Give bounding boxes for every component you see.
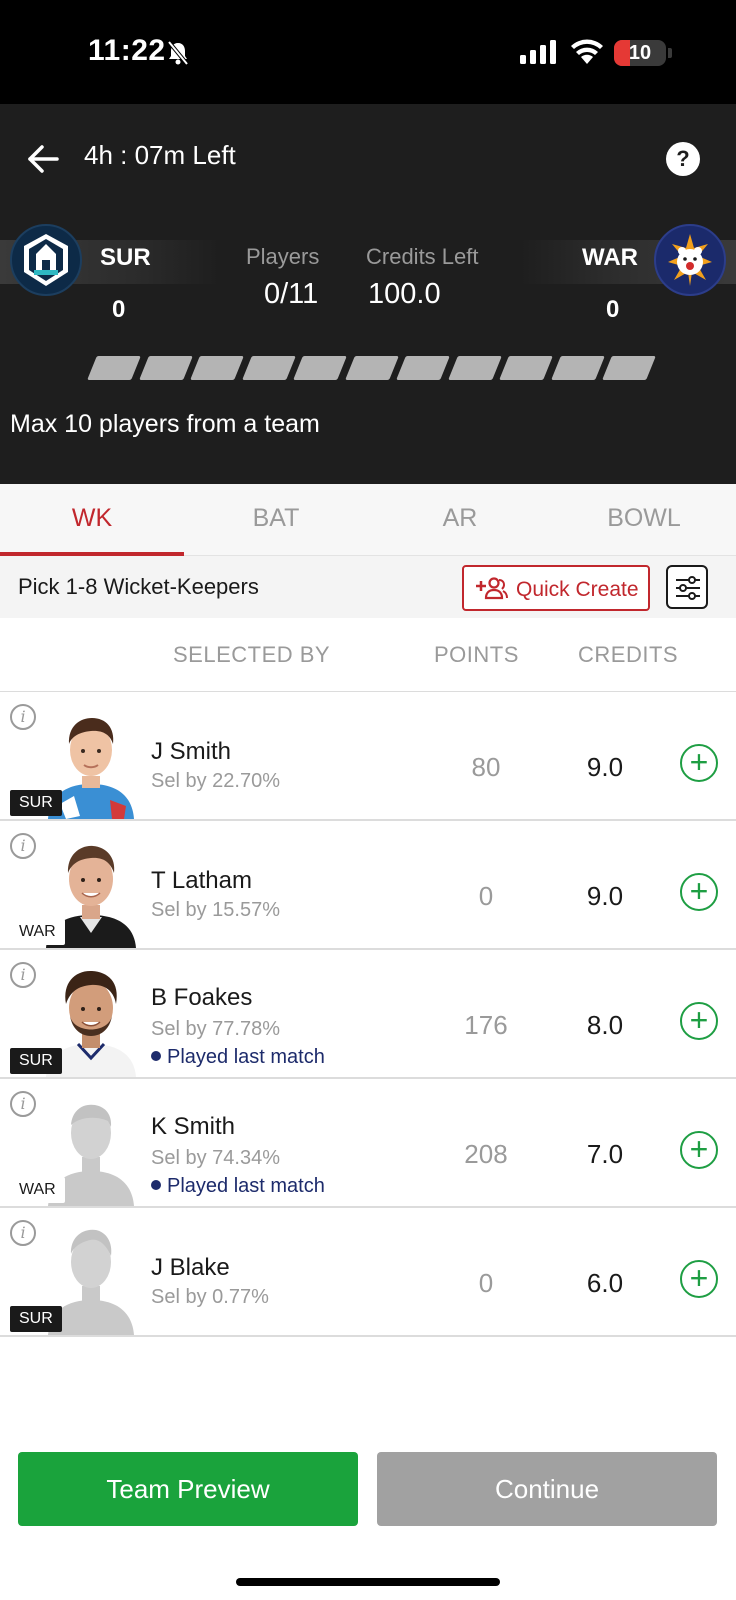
player-slot: [447, 356, 502, 380]
player-slot: [550, 356, 605, 380]
help-icon[interactable]: ?: [666, 142, 700, 176]
filter-settings-button[interactable]: [666, 565, 708, 609]
battery-level-text: 10: [628, 42, 652, 64]
info-icon[interactable]: i: [10, 1091, 36, 1117]
back-arrow-icon[interactable]: [26, 142, 60, 176]
player-name: B Foakes: [151, 984, 253, 1011]
credits-left-label: Credits Left: [366, 244, 479, 269]
player-name: J Smith: [151, 738, 232, 765]
players-label: Players: [246, 244, 320, 269]
selected-by: Sel by 0.77%: [151, 1286, 269, 1308]
bell-slash-icon: [166, 40, 190, 71]
played-last-match-label: Played last match: [167, 1046, 325, 1068]
info-icon[interactable]: i: [10, 962, 36, 988]
team-right-code: WAR: [582, 244, 638, 271]
pick-instruction: Pick 1-8 Wicket-Keepers: [18, 574, 259, 599]
player-points: 208: [464, 1139, 508, 1169]
player-points: 0: [478, 881, 494, 911]
col-selected-by[interactable]: SELECTED BY: [173, 642, 330, 668]
player-row[interactable]: i SUR J Smith Sel by 22.70% 80 9.0 +: [0, 692, 736, 821]
player-row[interactable]: i WAR K Smith Sel by 74.34% Played last …: [0, 1079, 736, 1208]
filter-bar: Pick 1-8 Wicket-Keepers Quick Create: [0, 556, 736, 618]
tab-bat[interactable]: BAT: [184, 484, 368, 556]
player-slot: [190, 356, 244, 380]
player-credits: 9.0: [586, 752, 624, 782]
cellular-signal-icon: [520, 40, 558, 69]
player-credits: 6.0: [586, 1268, 624, 1298]
tab-wk[interactable]: WK: [0, 484, 184, 556]
player-slot: [87, 356, 141, 380]
match-header: 4h : 07m Left ? SUR 0 WAR 0 Players 0/11…: [0, 104, 736, 484]
time-left: 4h : 07m Left: [84, 140, 236, 170]
player-points: 176: [464, 1010, 508, 1040]
player-name: K Smith: [151, 1113, 236, 1140]
max-players-note: Max 10 players from a team: [10, 410, 320, 438]
team-tag: WAR: [10, 1177, 65, 1203]
selected-by: Sel by 77.78%: [151, 1018, 280, 1040]
player-row[interactable]: i SUR B Foakes Sel by 77.78% Played last…: [0, 950, 736, 1079]
credits-left-value: 100.0: [368, 278, 441, 310]
war-team-logo: [654, 224, 726, 296]
col-credits[interactable]: CREDITS: [578, 642, 678, 668]
team-tag: SUR: [10, 1048, 62, 1074]
team-preview-button[interactable]: Team Preview: [18, 1452, 358, 1526]
selected-by: Sel by 15.57%: [151, 899, 280, 921]
team-tag: SUR: [10, 790, 62, 816]
battery-icon: 10: [614, 40, 666, 66]
battery-cap: [668, 48, 672, 58]
tab-bowl[interactable]: BOWL: [552, 484, 736, 556]
add-player-icon[interactable]: +: [680, 744, 718, 782]
player-row[interactable]: i SUR J Blake Sel by 0.77% 0 6.0 +: [0, 1208, 736, 1337]
home-indicator: [236, 1578, 500, 1586]
info-icon[interactable]: i: [10, 704, 36, 730]
player-credits: 7.0: [586, 1139, 624, 1169]
player-row[interactable]: i WAR T Latham Sel by 15.57% 0 9.0 +: [0, 821, 736, 950]
team-tag: SUR: [10, 1306, 62, 1332]
player-slots-bar: [86, 356, 656, 380]
wifi-icon: [570, 38, 604, 69]
info-icon[interactable]: i: [10, 1220, 36, 1246]
add-users-icon: [474, 577, 508, 607]
player-slot: [241, 356, 296, 380]
quick-create-label: Quick Create: [516, 578, 639, 601]
info-icon[interactable]: i: [10, 833, 36, 859]
player-points: 0: [478, 1268, 494, 1298]
players-count: 0/11: [264, 278, 319, 310]
player-points: 80: [471, 752, 501, 782]
tab-ar[interactable]: AR: [368, 484, 552, 556]
player-slot: [344, 356, 399, 380]
player-slot: [293, 356, 347, 380]
add-player-icon[interactable]: +: [680, 1260, 718, 1298]
team-left-count: 0: [112, 296, 126, 323]
status-time: 11:22: [88, 34, 166, 67]
played-last-match-note: Played last match: [151, 1175, 325, 1198]
role-tabs: WK BAT AR BOWL: [0, 484, 736, 556]
player-name: T Latham: [151, 867, 252, 894]
selected-by: Sel by 22.70%: [151, 770, 280, 792]
status-dot-icon: [151, 1179, 161, 1190]
player-slot: [138, 356, 193, 380]
team-tag: WAR: [10, 919, 65, 945]
status-bar: 11:22 10: [0, 0, 736, 104]
player-slot: [499, 356, 553, 380]
add-player-icon[interactable]: +: [680, 873, 718, 911]
col-points[interactable]: POINTS: [434, 642, 519, 668]
player-slot: [602, 356, 656, 380]
quick-create-button[interactable]: Quick Create: [462, 565, 650, 611]
continue-button[interactable]: Continue: [377, 1452, 717, 1526]
status-dot-icon: [151, 1050, 161, 1061]
player-credits: 9.0: [586, 881, 624, 911]
column-headers: SELECTED BY POINTS CREDITS: [0, 618, 736, 692]
played-last-match-label: Played last match: [167, 1175, 325, 1197]
played-last-match-note: Played last match: [151, 1046, 325, 1069]
add-player-icon[interactable]: +: [680, 1002, 718, 1040]
add-player-icon[interactable]: +: [680, 1131, 718, 1169]
team-right-count: 0: [606, 296, 620, 323]
team-left-code: SUR: [100, 244, 151, 271]
selected-by: Sel by 74.34%: [151, 1147, 280, 1169]
player-name: J Blake: [151, 1254, 230, 1281]
sur-team-logo: [10, 224, 82, 296]
player-slot: [396, 356, 450, 380]
player-credits: 8.0: [586, 1010, 624, 1040]
